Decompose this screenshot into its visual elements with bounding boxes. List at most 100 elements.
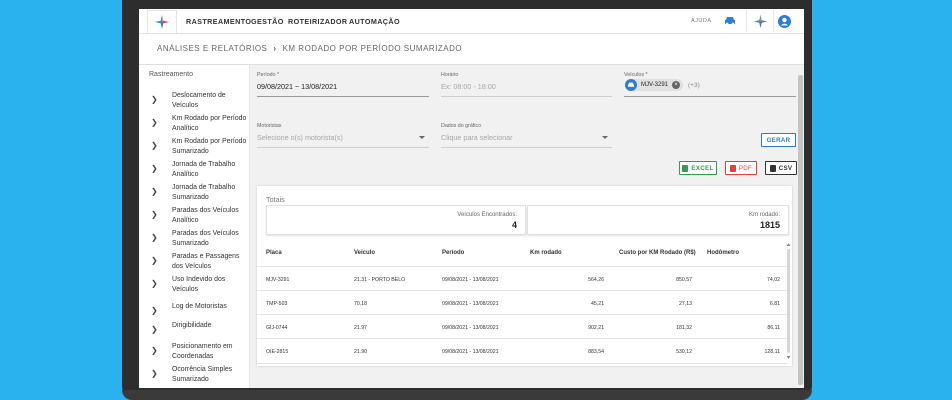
dados-grafico-underline (441, 147, 612, 148)
sidebar-item-label: Uso Indevido dos Veículos (172, 276, 226, 293)
motoristas-label: Motoristas (257, 123, 282, 129)
sidebar-item-jornada-analitico[interactable]: ❯ Jornada de Trabalho Analítico (149, 160, 247, 182)
export-excel-button[interactable]: EXCEL (679, 161, 717, 175)
sidebar-item-km-analitico[interactable]: ❯ Km Rodado por Período Analítico (149, 114, 247, 136)
chevron-right-icon: ❯ (151, 210, 158, 219)
table-scrollbar[interactable] (785, 241, 792, 361)
chip-remove-icon[interactable]: × (672, 81, 681, 89)
cell-placa: MJV-3291 (266, 277, 290, 283)
sidebar-item-deslocamento[interactable]: ❯ Deslocamento de Veículos (149, 91, 247, 113)
cell-km: 883,54 (588, 349, 604, 355)
veiculos-underline (624, 96, 796, 97)
table-row[interactable]: OIE-2815 21.90 09/08/2021 - 13/08/2021 8… (257, 338, 787, 364)
horario-label: Horário (441, 72, 459, 78)
chevron-right-icon: ❯ (151, 346, 158, 355)
gerar-button[interactable]: GERAR (761, 133, 796, 147)
sidebar: Rastreamento ❯ Deslocamento de Veículos ❯… (139, 65, 250, 388)
export-pdf-button[interactable]: PDF (725, 161, 757, 175)
sidebar-item-label: Paradas dos Veículos Sumarizado (172, 230, 239, 247)
main-content: Período * 09/08/2021 ~ 13/08/2021 Horári… (250, 65, 804, 388)
export-csv-button[interactable]: CSV (765, 161, 797, 175)
horario-field[interactable]: Horário Ex: 08:00 - 18:00 (441, 72, 612, 102)
cell-veiculo: 21.90 (354, 349, 367, 355)
horario-input[interactable]: Ex: 08:00 - 18:00 (441, 82, 496, 91)
cell-custo: 181,32 (676, 325, 692, 331)
cell-hodometro: 74,02 (767, 277, 780, 283)
cell-periodo: 09/08/2021 - 13/08/2021 (442, 301, 499, 307)
periodo-value[interactable]: 09/08/2021 ~ 13/08/2021 (257, 82, 337, 91)
nav-rastreamento[interactable]: RASTREAMENTO (186, 17, 251, 26)
vehicle-chip[interactable]: MJV-3291 × (625, 79, 684, 91)
kpi-km: Km rodado: 1815 (527, 205, 789, 235)
table-row[interactable]: MJV-3291 21.31 - PORTO BELO 09/08/2021 -… (257, 266, 787, 291)
dados-grafico-select[interactable]: Clique para selecionar (441, 133, 513, 142)
sidebar-item-jornada-sumarizado[interactable]: ❯ Jornada de Trabalho Sumarizado (149, 183, 247, 205)
excel-file-icon (682, 164, 689, 172)
page-scrollbar-thumb[interactable] (798, 75, 803, 385)
sidebar-item-ocorrencia[interactable]: ❯ Ocorrência Simples Sumarizado (149, 365, 247, 387)
sidebar-item-uso-indevido[interactable]: ❯ Uso Indevido dos Veículos (149, 275, 247, 297)
brand-icon[interactable] (746, 10, 774, 32)
kpi-km-label: Km rodado: (748, 212, 780, 218)
user-avatar-icon[interactable] (776, 13, 792, 29)
sidebar-item-paradas-passagens[interactable]: ❯ Paradas e Passagens dos Veículos (149, 252, 247, 274)
chevron-right-icon: ❯ (151, 164, 158, 173)
sidebar-item-label: Ocorrência Simples Sumarizado (172, 366, 233, 383)
motoristas-select[interactable]: Selecione o(s) motorista(s) (257, 133, 343, 142)
sidebar-item-label: Deslocamento de Veículos (172, 92, 226, 109)
cell-km: 45,21 (591, 301, 604, 307)
col-header-veiculo[interactable]: Veículo (354, 250, 375, 256)
sidebar-item-posicionamento[interactable]: ❯ Posicionamento em Coordenadas (149, 342, 247, 364)
help-link[interactable]: AJUDA (691, 18, 712, 24)
veiculos-label: Veículos * (624, 72, 648, 78)
page-scrollbar[interactable] (797, 65, 804, 388)
nav-roteirizador[interactable]: ROTEIRIZADOR (288, 17, 348, 26)
app-screen: RASTREAMENTO GESTÃO ROTEIRIZADOR AUTOMAÇ… (139, 9, 804, 388)
cell-veiculo: 21.97 (354, 325, 367, 331)
sidebar-item-label: Km Rodado por Período Analítico (172, 115, 247, 132)
motoristas-field[interactable]: Motoristas Selecione o(s) motorista(s) (257, 123, 429, 153)
table-row[interactable]: TMP-503 70.18 09/08/2021 - 13/08/2021 45… (257, 290, 787, 315)
breadcrumb: ANÁLISES E RELATÓRIOS › KM RODADO POR PERÍ… (157, 44, 462, 53)
col-header-km[interactable]: Km rodado (530, 250, 562, 256)
sidebar-item-dirigibilidade[interactable]: ❯ Dirigibilidade (149, 321, 247, 343)
sidebar-item-km-sumarizado[interactable]: ❯ Km Rodado por Período Sumarizado (149, 137, 247, 159)
periodo-field[interactable]: Período * 09/08/2021 ~ 13/08/2021 (257, 72, 429, 102)
cell-hodometro: 6,81 (769, 301, 780, 307)
chevron-right-icon: ❯ (151, 256, 158, 265)
cell-hodometro: 86,11 (767, 325, 780, 331)
chevron-right-icon: ❯ (151, 95, 158, 104)
top-navigation: RASTREAMENTO GESTÃO ROTEIRIZADOR AUTOMAÇ… (139, 9, 804, 34)
nav-gestao[interactable]: GESTÃO (251, 17, 284, 26)
vehicle-chip-label: MJV-3291 (641, 82, 669, 88)
vehicle-more-count: (+3) (688, 82, 700, 89)
chevron-right-icon: ❯ (151, 325, 158, 334)
export-csv-label: CSV (778, 164, 793, 172)
cell-custo: 27,13 (679, 301, 692, 307)
export-pdf-label: PDF (738, 164, 753, 172)
col-header-custo[interactable]: Custo por KM Rodado (R$) (619, 250, 696, 256)
cell-periodo: 09/08/2021 - 13/08/2021 (442, 325, 499, 331)
col-header-hodometro[interactable]: Hodômetro (707, 250, 739, 256)
veiculos-field[interactable]: Veículos * MJV-3291 × (+3) (624, 72, 796, 102)
col-header-periodo[interactable]: Período (442, 250, 464, 256)
cell-custo: 530,12 (676, 349, 692, 355)
sidebar-item-paradas-sumarizado[interactable]: ❯ Paradas dos Veículos Sumarizado (149, 229, 247, 251)
kpi-km-value: 1815 (759, 220, 780, 230)
sidebar-item-label: Paradas dos Veículos Analítico (172, 207, 239, 224)
vehicle-icon[interactable] (722, 13, 738, 29)
chevron-right-icon: ❯ (151, 306, 158, 315)
kpi-veiculos-value: 4 (511, 220, 517, 230)
breadcrumb-section[interactable]: ANÁLISES E RELATÓRIOS (157, 44, 267, 53)
dados-grafico-field[interactable]: Dados do gráfico Clique para selecionar (441, 123, 612, 153)
nav-automacao[interactable]: AUTOMAÇÃO (349, 17, 400, 26)
col-header-placa[interactable]: Placa (266, 250, 282, 256)
chevron-right-icon: ❯ (151, 279, 158, 288)
cell-veiculo: 70.18 (354, 301, 367, 307)
sidebar-item-paradas-analitico[interactable]: ❯ Paradas dos Veículos Analítico (149, 206, 247, 228)
periodo-underline (257, 96, 429, 97)
table-row[interactable]: GIJ-0744 21.97 09/08/2021 - 13/08/2021 9… (257, 314, 787, 339)
app-logo[interactable] (147, 10, 177, 34)
totals-title: Totais (266, 195, 285, 204)
sidebar-item-label: Jornada de Trabalho Analítico (172, 161, 236, 178)
